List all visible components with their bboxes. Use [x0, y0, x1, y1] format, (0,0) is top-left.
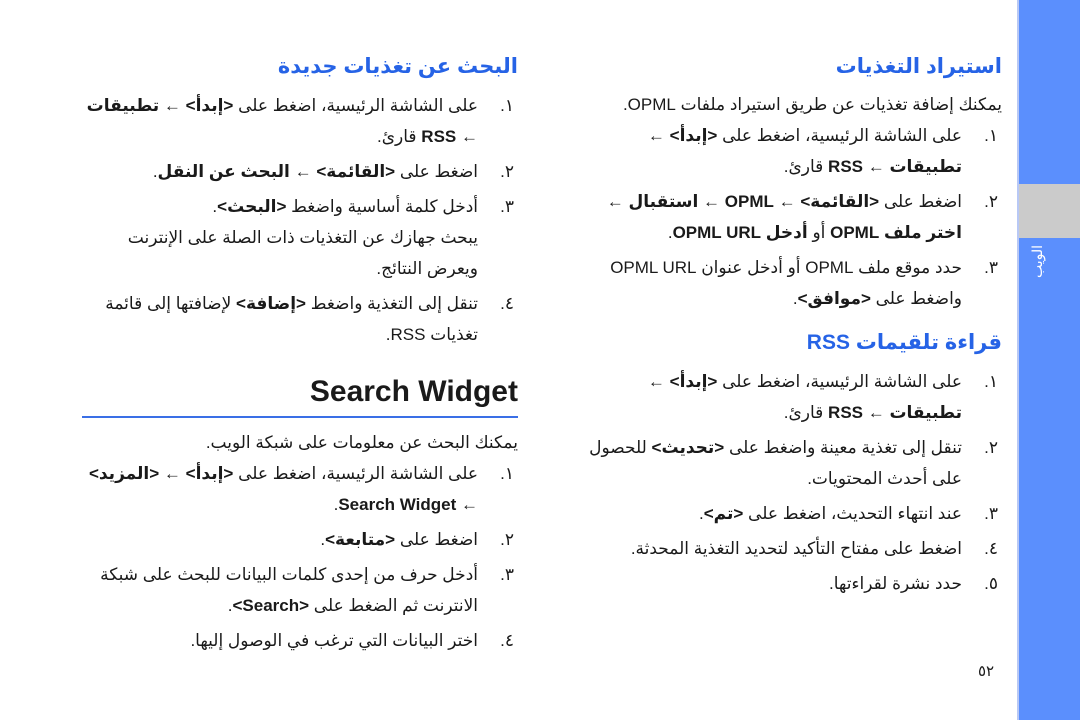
step-number: ٤.: [500, 631, 514, 650]
step-text: اضغط على <متابعة>.: [320, 530, 478, 549]
step-text: اضغط على مفتاح التأكيد لتحديد التغذية ال…: [630, 539, 962, 558]
step-item: ١. على الشاشة الرئيسية، اضغط على <إبدأ> ←…: [572, 366, 1002, 428]
step-item: ٢. اضغط على <متابعة>.: [82, 524, 518, 555]
step-item: ٢. اضغط على <القائمة> ← OPML ← استقبال ← …: [572, 186, 1002, 248]
step-item: ٣. أدخل كلمة أساسية واضغط <البحث>. يبحث جه…: [82, 191, 518, 284]
step-number: ٢.: [500, 530, 514, 549]
step-number: ٢.: [500, 162, 514, 181]
step-text: اختر البيانات التي ترغب في الوصول إليها.: [190, 631, 478, 650]
step-text: تنقل إلى تغذية معينة واضغط على <تحديث> ل…: [589, 438, 962, 488]
step-text: على الشاشة الرئيسية، اضغط على <إبدأ> ← ت…: [647, 126, 962, 176]
step-number: ٣.: [500, 197, 514, 216]
step-item: ١. على الشاشة الرئيسية، اضغط على <إبدأ> ←…: [82, 90, 518, 152]
step-item: ٢. اضغط على <القائمة> ← البحث عن النقل.: [82, 156, 518, 187]
step-item: ٤. اضغط على مفتاح التأكيد لتحديد التغذية …: [572, 533, 1002, 564]
step-text: اضغط على <القائمة> ← البحث عن النقل.: [152, 162, 478, 181]
step-item: ٢. تنقل إلى تغذية معينة واضغط على <تحديث>…: [572, 432, 1002, 494]
step-item: ٣. عند انتهاء التحديث، اضغط على <تم>.: [572, 498, 1002, 529]
steps-list: ١. على الشاشة الرئيسية، اضغط على <إبدأ> ←…: [82, 458, 518, 656]
step-text: على الشاشة الرئيسية، اضغط على <إبدأ> ← ت…: [86, 96, 478, 146]
step-number: ١.: [984, 372, 998, 391]
step-number: ١.: [500, 96, 514, 115]
step-text: على الشاشة الرئيسية، اضغط على <إبدأ> ← <…: [88, 464, 478, 514]
step-text: تنقل إلى التغذية واضغط <إضافة> لإضافتها …: [105, 294, 478, 344]
step-text: اضغط على <القائمة> ← OPML ← استقبال ← اخ…: [606, 192, 962, 242]
step-item: ٣. أدخل حرف من إحدى كلمات البيانات للبحث …: [82, 559, 518, 621]
step-number: ٣.: [984, 504, 998, 523]
step-text: حدد موقع ملف OPML أو أدخل عنوان OPML URL…: [610, 258, 962, 308]
section-title-search-widget: Search Widget: [82, 372, 518, 418]
step-number: ٣.: [984, 258, 998, 277]
step-number: ٢.: [984, 192, 998, 211]
section-intro: يمكنك إضافة تغذيات عن طريق استيراد ملفات…: [622, 95, 1002, 114]
step-text: على الشاشة الرئيسية، اضغط على <إبدأ> ← ت…: [647, 372, 962, 422]
section-title-search-feeds: البحث عن تغذيات جديدة: [277, 55, 518, 78]
steps-list: ١. على الشاشة الرئيسية، اضغط على <إبدأ> ←…: [572, 366, 1002, 599]
step-text: أدخل كلمة أساسية واضغط <البحث>. يبحث جهاز…: [127, 197, 478, 278]
step-number: ١.: [984, 126, 998, 145]
step-item: ١. على الشاشة الرئيسية، اضغط على <إبدأ> ←…: [82, 458, 518, 520]
steps-list: ١. على الشاشة الرئيسية، اضغط على <إبدأ> ←…: [82, 90, 518, 350]
chapter-tab-label: الويب: [1029, 245, 1045, 279]
step-item: ٤. اختر البيانات التي ترغب في الوصول إليه…: [82, 625, 518, 656]
step-text: عند انتهاء التحديث، اضغط على <تم>.: [699, 504, 962, 523]
step-number: ١.: [500, 464, 514, 483]
step-number: ٤.: [984, 539, 998, 558]
chapter-sidebar: الويب: [1017, 0, 1080, 720]
chapter-tab-inactive: [1019, 184, 1080, 238]
step-item: ٤. تنقل إلى التغذية واضغط <إضافة> لإضافته…: [82, 288, 518, 350]
right-column: استيراد التغذيات يمكنك إضافة تغذيات عن ط…: [572, 52, 1002, 603]
section-title-import-feeds: استيراد التغذيات: [835, 55, 1002, 78]
step-item: ١. على الشاشة الرئيسية، اضغط على <إبدأ> ←…: [572, 120, 1002, 182]
step-number: ٥.: [984, 574, 998, 593]
step-text: حدد نشرة لقراءتها.: [829, 574, 962, 593]
step-item: ٣. حدد موقع ملف OPML أو أدخل عنوان OPML U…: [572, 252, 1002, 314]
steps-list: ١. على الشاشة الرئيسية، اضغط على <إبدأ> ←…: [572, 120, 1002, 314]
page-number: ٥٢: [978, 663, 995, 680]
section-title-read-rss: قراءة تلقيمات RSS: [806, 331, 1002, 354]
step-number: ٢.: [984, 438, 998, 457]
step-number: ٤.: [500, 294, 514, 313]
left-column: البحث عن تغذيات جديدة ١. على الشاشة الرئي…: [82, 52, 518, 660]
step-text: أدخل حرف من إحدى كلمات البيانات للبحث عل…: [100, 565, 478, 615]
section-intro: يمكنك البحث عن معلومات على شبكة الويب.: [205, 433, 518, 452]
step-item: ٥. حدد نشرة لقراءتها.: [572, 568, 1002, 599]
step-number: ٣.: [500, 565, 514, 584]
